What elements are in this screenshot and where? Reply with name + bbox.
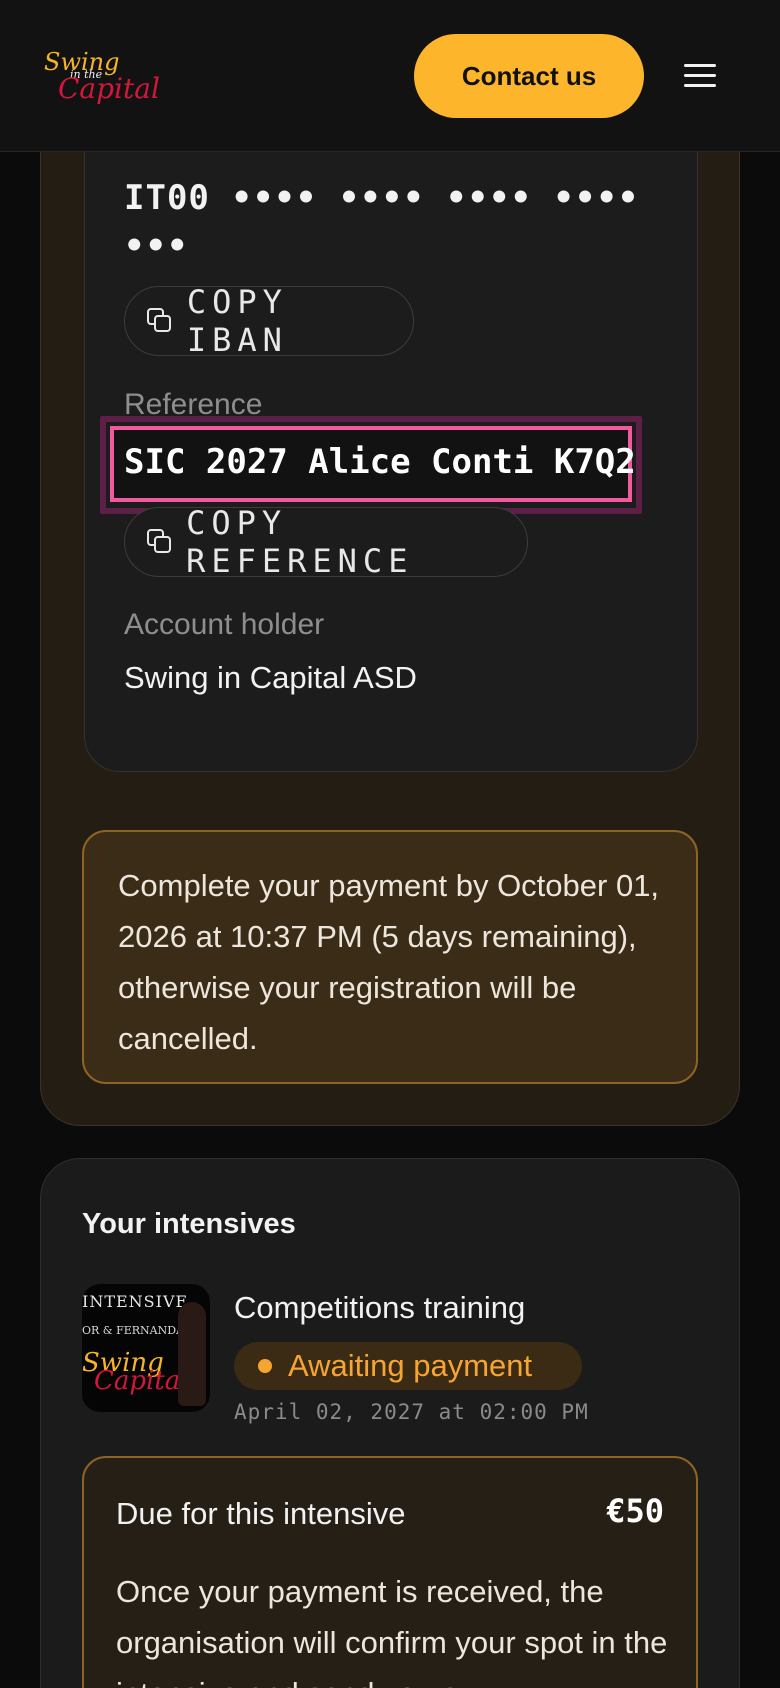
due-description: Once your payment is received, the organ… (116, 1574, 668, 1688)
status-badge: Awaiting payment (234, 1342, 582, 1390)
thumbnail-logo-bottom: Capital (94, 1366, 189, 1396)
due-label: Due for this intensive (116, 1496, 406, 1531)
copy-reference-button[interactable]: COPY REFERENCE (124, 504, 528, 580)
copy-reference-label: COPY REFERENCE (186, 504, 414, 580)
thumbnail-subtitle: OR & FERNANDA (82, 1324, 184, 1337)
logo-word-capital: Capital (58, 72, 160, 105)
copy-icon (147, 308, 173, 334)
payment-deadline-notice: Complete your payment by October 01, 202… (82, 830, 698, 1084)
account-holder-value: Swing in Capital ASD (124, 660, 417, 695)
intensive-thumbnail: INTENSIVE OR & FERNANDA Swing Capital (82, 1284, 210, 1412)
hamburger-menu-icon[interactable] (684, 64, 716, 88)
account-holder-label: Account holder (124, 608, 325, 641)
status-dot-icon (258, 1359, 272, 1373)
iban-value: IT00 •••• •••• •••• •••• ••• (124, 178, 640, 266)
due-amount: €50 (606, 1492, 664, 1530)
contact-us-button[interactable]: Contact us (414, 34, 644, 118)
intensive-date: April 02, 2027 at 02:00 PM (234, 1400, 589, 1424)
intensives-title: Your intensives (82, 1208, 296, 1240)
reference-value: SIC 2027 Alice Conti K7Q2 (124, 442, 636, 482)
copy-iban-label: COPY IBAN (186, 283, 288, 359)
copy-iban-button[interactable]: COPY IBAN (124, 283, 414, 359)
intensive-name: Competitions training (234, 1290, 526, 1325)
page: IT00 •••• •••• •••• •••• ••• COPY IBAN R… (0, 0, 780, 1688)
app-header: Swing in the Capital Contact us (0, 0, 780, 152)
copy-icon (147, 529, 172, 555)
site-logo[interactable]: Swing in the Capital (44, 44, 160, 108)
status-label: Awaiting payment (288, 1348, 533, 1383)
thumbnail-title: INTENSIVE (82, 1292, 189, 1311)
dancer-figure (178, 1302, 206, 1406)
